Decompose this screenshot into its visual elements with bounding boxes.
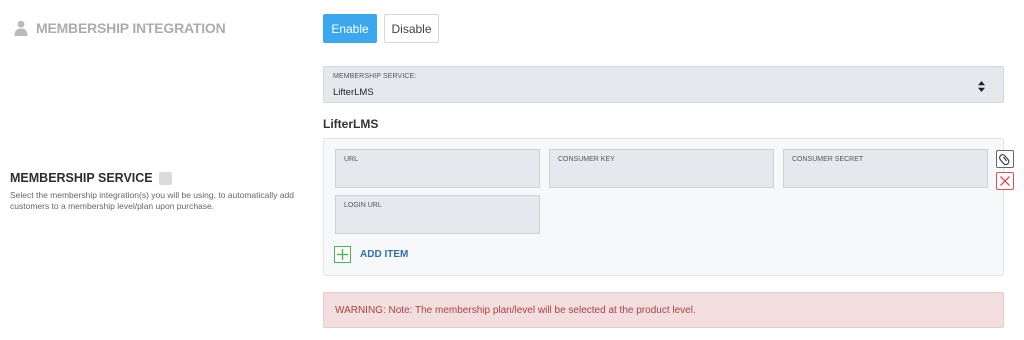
enable-button[interactable]: Enable [323, 14, 377, 43]
add-item-button[interactable]: ADD ITEM [334, 246, 408, 263]
plus-icon [334, 246, 351, 263]
user-icon [14, 20, 28, 36]
close-icon [1000, 176, 1010, 186]
login-url-field[interactable]: LOGIN URL [335, 195, 540, 234]
url-field[interactable]: URL [335, 149, 540, 188]
add-item-label: ADD ITEM [360, 249, 409, 260]
consumer-secret-field-label: CONSUMER SECRET [792, 156, 864, 163]
consumer-key-field[interactable]: CONSUMER KEY [549, 149, 774, 188]
consumer-secret-field[interactable]: CONSUMER SECRET [783, 149, 988, 188]
integration-title: LifterLMS [323, 117, 379, 131]
help-icon[interactable] [158, 171, 172, 185]
section-header-title: MEMBERSHIP INTEGRATION [36, 20, 226, 36]
sort-arrows-icon [978, 81, 985, 92]
paperclip-icon [999, 154, 1010, 166]
membership-service-select[interactable]: MEMBERSHIP SERVICE: LifterLMS [323, 66, 1004, 103]
membership-service-description: Select the membership integration(s) you… [10, 190, 294, 211]
login-url-field-label: LOGIN URL [344, 202, 382, 209]
attachment-button[interactable] [996, 150, 1014, 168]
disable-button[interactable]: Disable [384, 14, 439, 43]
url-field-label: URL [344, 156, 359, 163]
membership-service-select-value: LifterLMS [333, 87, 374, 98]
remove-item-button[interactable] [996, 172, 1014, 190]
warning-alert: WARNING: Note: The membership plan/level… [323, 292, 1004, 328]
consumer-key-field-label: CONSUMER KEY [558, 156, 615, 163]
warning-text: WARNING: Note: The membership plan/level… [335, 304, 696, 316]
section-header: MEMBERSHIP INTEGRATION [14, 18, 226, 38]
membership-service-title: MEMBERSHIP SERVICE [10, 171, 153, 185]
membership-service-heading: MEMBERSHIP SERVICE [10, 171, 172, 185]
membership-service-select-label: MEMBERSHIP SERVICE: [333, 73, 417, 80]
